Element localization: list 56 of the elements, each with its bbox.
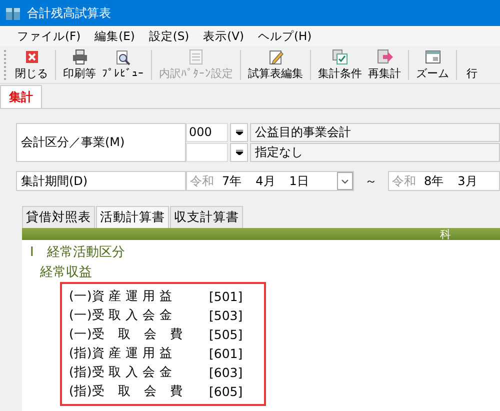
tab[interactable]: 貸借対照表 [22, 206, 95, 228]
checklist-icon [332, 48, 348, 64]
date-field[interactable]: 令和 7年 4月 1日 [186, 171, 354, 191]
account-code: [603] [209, 365, 243, 380]
account-name: (指)資 産 運 用 益 [69, 345, 174, 362]
column-header: 科 [22, 228, 500, 240]
account-name: (一)受 取 入 会 金 [69, 307, 174, 324]
window-icon [424, 48, 440, 64]
account-code: [503] [209, 308, 243, 323]
menu-item[interactable]: 設定(S) [148, 28, 190, 44]
toolbar-button[interactable]: 再集計 [365, 48, 404, 80]
dropdown-button[interactable] [230, 143, 248, 162]
dropdown-icon [236, 130, 242, 135]
arrow-icon [376, 48, 392, 64]
toolbar-button[interactable]: ズーム [413, 48, 452, 80]
field-label: 会計区分／事業(M) [16, 123, 186, 162]
pencil-icon [268, 48, 284, 64]
menu-item[interactable]: 表示(V) [203, 28, 244, 44]
toolbar-button[interactable]: ﾌﾟﾚﾋﾞｭｰ [99, 50, 147, 80]
window-title: 合計残高試算表 [27, 4, 111, 22]
toolbar-button[interactable]: 集計条件 [315, 48, 365, 80]
toolbar-button[interactable]: 印刷等 [60, 48, 99, 80]
account-code: [505] [209, 327, 243, 342]
account-name: (指)受 取 会 費 [69, 383, 184, 400]
range-separator: ～ [364, 172, 378, 190]
field-label: 集計期間(D) [16, 171, 186, 191]
name-field: 指定なし [250, 143, 500, 162]
account-name: (一)受 取 会 費 [69, 326, 184, 343]
menu-item[interactable]: 編集(E) [94, 28, 135, 44]
toolbar-button[interactable]: 閉じる [12, 48, 51, 80]
account-name: (指)受 取 入 会 金 [69, 364, 174, 381]
toolbar-button[interactable]: 試算表編集 [245, 48, 306, 80]
tree-item[interactable]: 経常収益 [40, 263, 500, 281]
chevron-icon [337, 172, 353, 190]
menu-item[interactable]: ファイル(F) [17, 28, 81, 44]
app-icon [5, 5, 21, 21]
account-code: [605] [209, 384, 243, 399]
code-field[interactable]: 000 [186, 123, 228, 142]
code-field[interactable] [186, 143, 228, 162]
toolbar-button[interactable]: 行 [461, 48, 483, 80]
tree-item[interactable]: Ⅰ 経常活動区分 [30, 243, 500, 261]
account-code: [501] [209, 289, 243, 304]
menu-item[interactable]: ヘルプ(H) [258, 28, 312, 44]
date-field[interactable]: 令和 8年 3月 [388, 171, 500, 191]
tab[interactable]: 活動計算書 [96, 206, 169, 228]
dropdown-button[interactable] [230, 123, 248, 142]
dropdown-icon [236, 150, 242, 155]
magnifier-icon [115, 50, 131, 66]
tab[interactable]: 収支計算書 [170, 206, 243, 228]
close-icon [24, 48, 40, 64]
account-name: (一)資 産 運 用 益 [69, 288, 174, 305]
account-code: [601] [209, 346, 243, 361]
name-field: 公益目的事業会計 [250, 123, 500, 142]
printer-icon [72, 48, 88, 64]
list-icon [188, 48, 204, 64]
tab[interactable]: 集計 [0, 85, 42, 108]
